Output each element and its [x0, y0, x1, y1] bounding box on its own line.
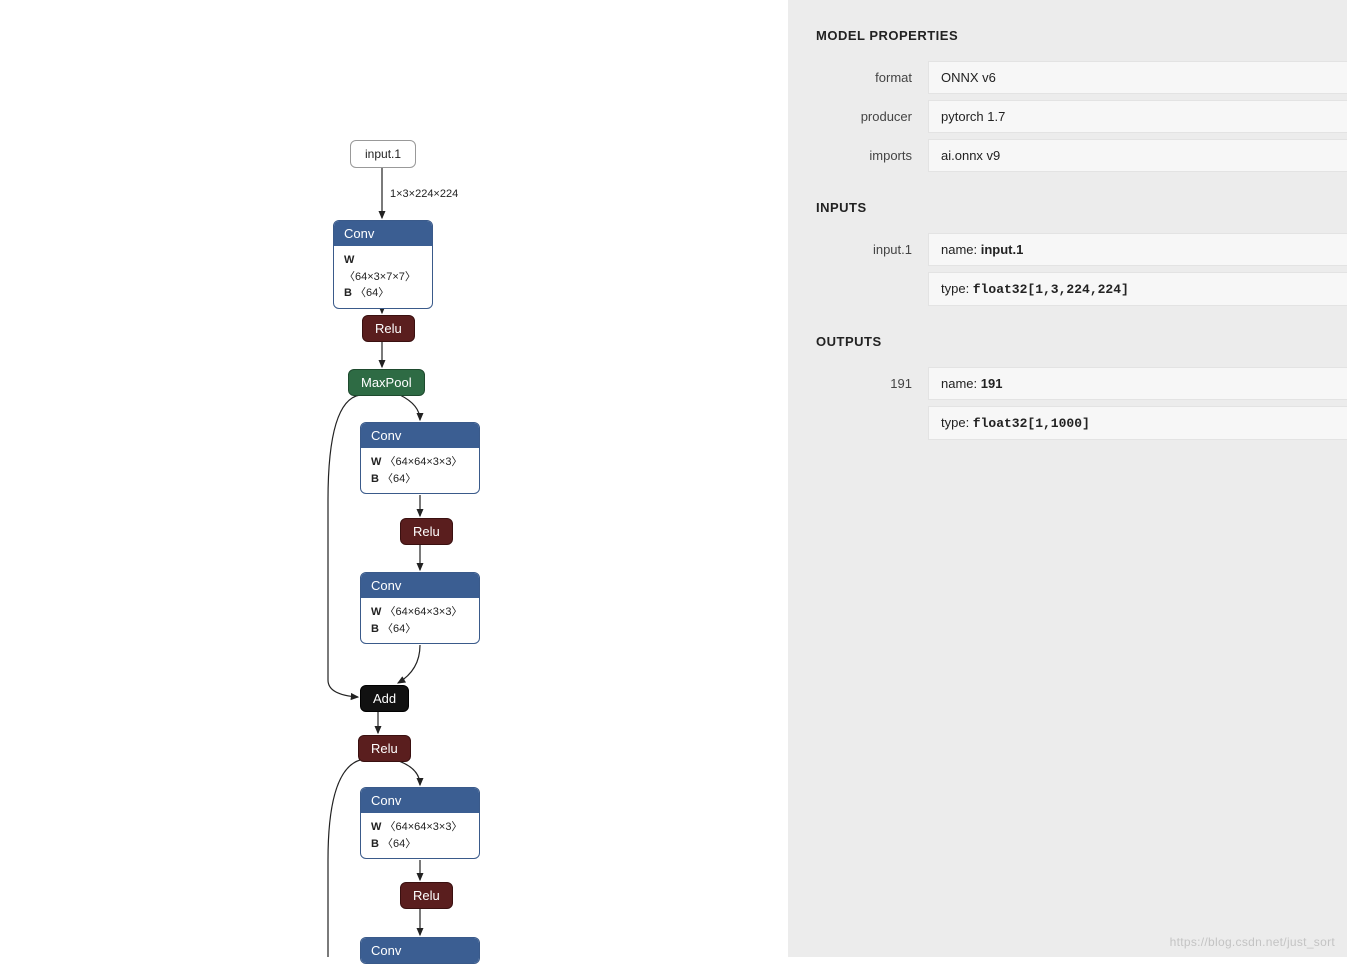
property-label: producer — [816, 109, 928, 124]
conv-node-4[interactable]: Conv W 〈64×64×3×3〉 B 〈64〉 — [360, 787, 480, 859]
maxpool-label: MaxPool — [361, 375, 412, 390]
conv-title: Conv — [361, 573, 479, 598]
relu-label: Relu — [371, 741, 398, 756]
output-label: 191 — [816, 376, 928, 391]
output-row-name: 191 name: 191 — [816, 367, 1347, 400]
property-value[interactable]: pytorch 1.7 — [928, 100, 1347, 133]
output-row-type: type: float32[1,1000] — [816, 406, 1347, 440]
property-label: imports — [816, 148, 928, 163]
add-label: Add — [373, 691, 396, 706]
conv-w: 〈64×64×3×3〉 — [384, 606, 462, 618]
graph-canvas[interactable]: input.1 1×3×224×224 Conv W 〈64×3×7×7〉 B … — [0, 0, 788, 957]
inputs-heading: INPUTS — [816, 200, 1347, 215]
input-name-value[interactable]: name: input.1 — [928, 233, 1347, 266]
conv-b: 〈64〉 — [355, 287, 389, 299]
model-properties-heading: MODEL PROPERTIES — [816, 28, 1347, 43]
relu-node-3[interactable]: Relu — [358, 735, 411, 762]
relu-node-4[interactable]: Relu — [400, 882, 453, 909]
outputs-heading: OUTPUTS — [816, 334, 1347, 349]
conv-w: 〈64×3×7×7〉 — [344, 271, 416, 283]
properties-panel: MODEL PROPERTIES format ONNX v6 producer… — [788, 0, 1347, 957]
conv-title: Conv — [361, 788, 479, 813]
conv-node-2[interactable]: Conv W 〈64×64×3×3〉 B 〈64〉 — [360, 422, 480, 494]
tensor-shape-label: 1×3×224×224 — [390, 188, 458, 200]
property-row-imports: imports ai.onnx v9 — [816, 139, 1347, 172]
conv-w: 〈64×64×3×3〉 — [384, 821, 462, 833]
conv-node-1[interactable]: Conv W 〈64×3×7×7〉 B 〈64〉 — [333, 220, 433, 309]
property-row-format: format ONNX v6 — [816, 61, 1347, 94]
conv-b: 〈64〉 — [382, 473, 416, 485]
conv-title: Conv — [334, 221, 432, 246]
output-type-value[interactable]: type: float32[1,1000] — [928, 406, 1347, 440]
output-name-value[interactable]: name: 191 — [928, 367, 1347, 400]
conv-w: 〈64×64×3×3〉 — [384, 456, 462, 468]
watermark: https://blog.csdn.net/just_sort — [1170, 935, 1335, 949]
relu-label: Relu — [413, 524, 440, 539]
conv-node-5[interactable]: Conv — [360, 937, 480, 964]
input-row-type: type: float32[1,3,224,224] — [816, 272, 1347, 306]
conv-b: 〈64〉 — [382, 623, 416, 635]
conv-title: Conv — [361, 938, 479, 963]
property-row-producer: producer pytorch 1.7 — [816, 100, 1347, 133]
relu-label: Relu — [413, 888, 440, 903]
input-type-value[interactable]: type: float32[1,3,224,224] — [928, 272, 1347, 306]
relu-label: Relu — [375, 321, 402, 336]
input-row-name: input.1 name: input.1 — [816, 233, 1347, 266]
conv-b: 〈64〉 — [382, 838, 416, 850]
relu-node-2[interactable]: Relu — [400, 518, 453, 545]
relu-node-1[interactable]: Relu — [362, 315, 415, 342]
maxpool-node[interactable]: MaxPool — [348, 369, 425, 396]
input-node[interactable]: input.1 — [350, 140, 416, 168]
input-label: input.1 — [816, 242, 928, 257]
property-value[interactable]: ONNX v6 — [928, 61, 1347, 94]
input-node-label: input.1 — [365, 147, 401, 161]
property-value[interactable]: ai.onnx v9 — [928, 139, 1347, 172]
conv-node-3[interactable]: Conv W 〈64×64×3×3〉 B 〈64〉 — [360, 572, 480, 644]
conv-title: Conv — [361, 423, 479, 448]
add-node[interactable]: Add — [360, 685, 409, 712]
property-label: format — [816, 70, 928, 85]
